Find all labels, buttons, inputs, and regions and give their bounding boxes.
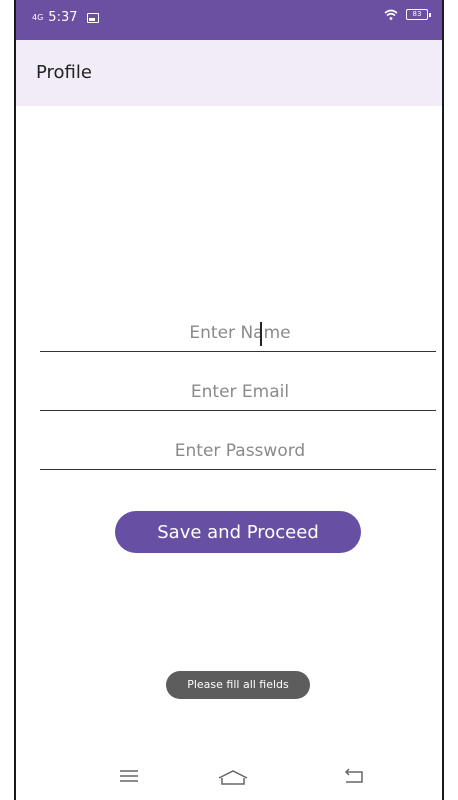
wifi-icon: [384, 9, 398, 20]
save-and-proceed-button[interactable]: Save and Proceed: [115, 511, 361, 553]
page-title: Profile: [36, 62, 92, 83]
gallery-notification-icon: [86, 12, 99, 23]
name-input[interactable]: [40, 312, 440, 353]
battery-icon: 83: [406, 9, 431, 20]
menu-icon[interactable]: [118, 768, 140, 788]
back-icon[interactable]: [342, 768, 366, 790]
name-field[interactable]: [40, 312, 440, 353]
home-icon[interactable]: [216, 768, 250, 790]
password-input[interactable]: [40, 430, 440, 471]
phone-screen: 4G 5:37 83 Profile Save and Proceed Plea: [14, 0, 444, 800]
network-type: 4G: [32, 13, 44, 22]
status-bar: 4G 5:37 83: [16, 0, 442, 40]
password-field[interactable]: [40, 430, 440, 471]
text-cursor: [260, 322, 262, 346]
clock: 5:37: [48, 10, 78, 25]
app-bar: Profile: [16, 40, 442, 106]
toast-message: Please fill all fields: [166, 671, 310, 699]
system-nav-bar: [16, 756, 442, 800]
email-input[interactable]: [40, 371, 440, 412]
status-right: 83: [384, 9, 431, 20]
status-left: 4G 5:37: [32, 10, 99, 25]
email-field[interactable]: [40, 371, 440, 412]
